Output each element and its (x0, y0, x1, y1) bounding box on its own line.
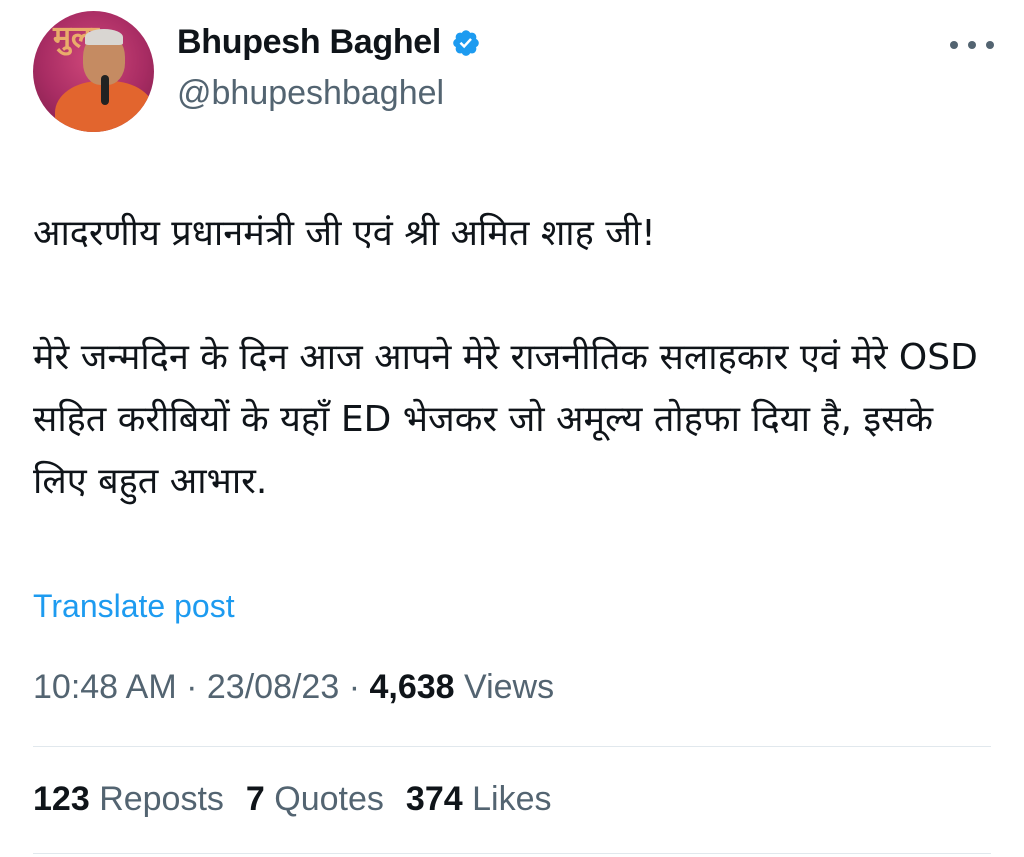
avatar-hair-shape (85, 29, 123, 45)
more-dot (968, 41, 976, 49)
author-display-name[interactable]: Bhupesh Baghel (177, 23, 441, 62)
reposts-count: 123 (33, 780, 90, 818)
quotes-stat[interactable]: 7 Quotes (246, 780, 384, 819)
likes-count: 374 (405, 780, 463, 818)
reposts-label: Reposts (99, 780, 224, 818)
more-dot (950, 41, 958, 49)
likes-stat[interactable]: 374 Likes (406, 780, 552, 819)
tweet-text: आदरणीय प्रधानमंत्री जी एवं श्री अमित शाह… (33, 213, 978, 502)
meta-separator: · (348, 668, 361, 706)
divider (33, 746, 991, 747)
tweet-date[interactable]: 23/08/23 (207, 668, 339, 706)
avatar-microphone-shape (101, 75, 109, 105)
verified-badge-icon (453, 29, 479, 56)
views-label: Views (464, 668, 555, 706)
author-handle[interactable]: @bhupeshbaghel (177, 74, 444, 113)
author-name-row[interactable]: Bhupesh Baghel (177, 23, 481, 62)
tweet-container: मुला Bhupesh Baghel @bhupeshbaghel आदरणी… (0, 0, 1024, 857)
more-options-icon[interactable] (950, 30, 994, 60)
engagement-stats: 123 Reposts 7 Quotes 374 Likes (33, 780, 551, 819)
reposts-stat[interactable]: 123 Reposts (33, 780, 224, 819)
tweet-time[interactable]: 10:48 AM (33, 668, 177, 706)
meta-separator: · (186, 668, 198, 706)
views-count: 4,638 (369, 668, 455, 706)
quotes-count: 7 (245, 780, 265, 818)
translate-post-link[interactable]: Translate post (33, 588, 235, 625)
more-dot (986, 41, 994, 49)
divider (33, 853, 991, 854)
likes-label: Likes (472, 780, 552, 818)
tweet-meta: 10:48 AM · 23/08/23 · 4,638 Views (33, 668, 554, 707)
quotes-label: Quotes (274, 780, 384, 818)
avatar[interactable]: मुला (33, 11, 154, 132)
